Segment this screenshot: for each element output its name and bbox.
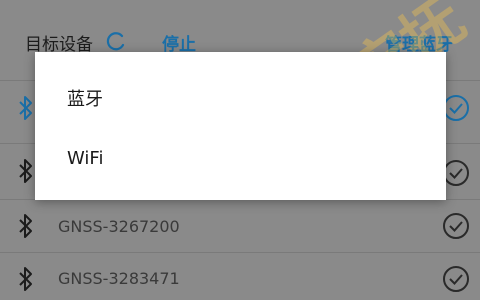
check-circle-icon[interactable] [442, 159, 470, 187]
bluetooth-icon [19, 159, 32, 183]
menu-item-wifi[interactable]: WiFi [67, 148, 103, 169]
bluetooth-icon [19, 96, 32, 120]
check-circle-icon[interactable] [442, 212, 470, 240]
loading-spinner-icon [106, 32, 125, 51]
check-circle-icon[interactable] [442, 265, 470, 293]
bluetooth-icon [19, 267, 32, 291]
device-row[interactable]: GNSS-3267200 [0, 199, 480, 252]
device-row[interactable]: GNSS-3283471 [0, 252, 480, 300]
device-screen: 目标设备 停止 管理蓝牙 宏抚 GNSS-3267200 [0, 0, 480, 300]
menu-item-bluetooth[interactable]: 蓝牙 [67, 85, 103, 111]
bluetooth-icon [19, 214, 32, 238]
connection-type-menu: 蓝牙 WiFi [35, 52, 446, 200]
device-name: GNSS-3267200 [58, 217, 180, 236]
selected-check-icon[interactable] [442, 94, 470, 122]
device-name: GNSS-3283471 [58, 269, 180, 288]
